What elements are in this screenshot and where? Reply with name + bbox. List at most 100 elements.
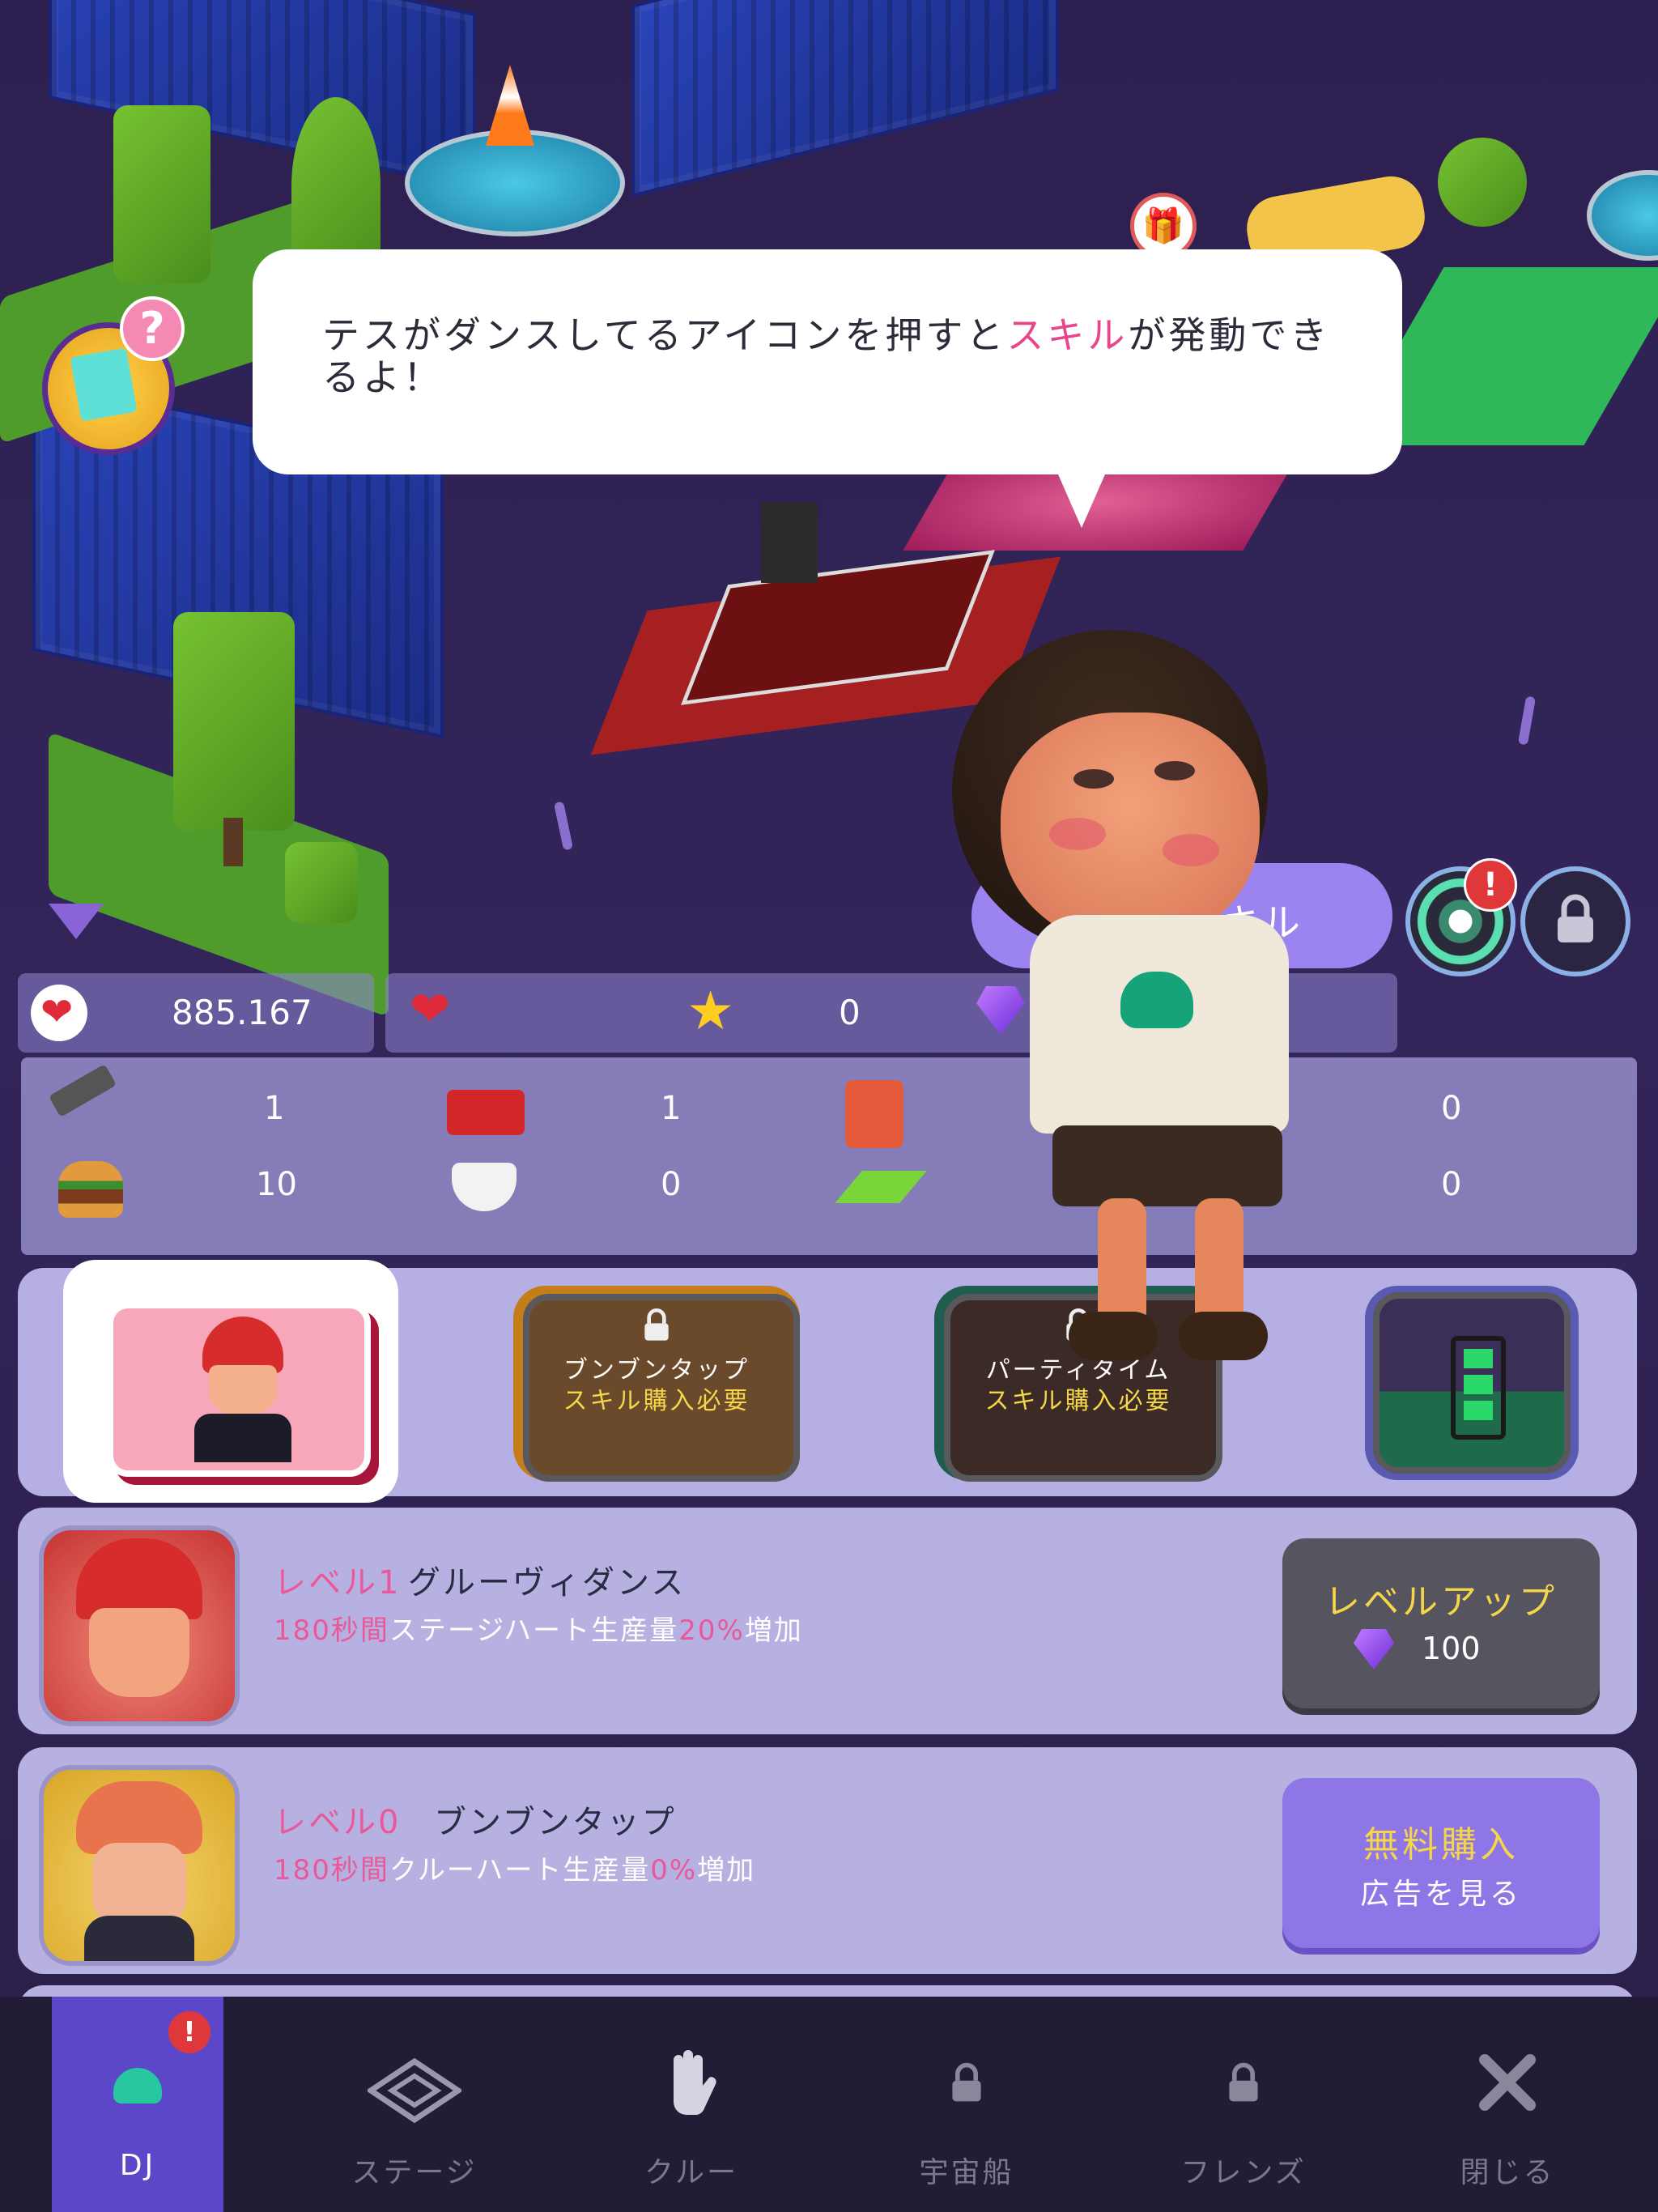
inventory-value: 0 bbox=[661, 1166, 682, 1203]
hearts-cell: 885.167 bbox=[18, 973, 374, 1053]
lock-icon bbox=[952, 2062, 981, 2102]
dance-skill-icon bbox=[107, 1302, 371, 1477]
inventory-value: 0 bbox=[1441, 1090, 1462, 1127]
free-purchase-button[interactable]: 無料購入 広告を見る bbox=[1282, 1778, 1600, 1948]
nav-label: 閉じる bbox=[1460, 2156, 1555, 2189]
fuel-can-icon bbox=[845, 1080, 903, 1148]
gem-icon bbox=[1354, 1629, 1394, 1670]
hearts-value: 885.167 bbox=[172, 993, 312, 1032]
map-marker bbox=[49, 904, 104, 939]
desc-part: 180秒間 bbox=[274, 1614, 389, 1647]
help-badge[interactable]: ? bbox=[120, 296, 185, 361]
lock-icon bbox=[1558, 894, 1593, 942]
shirt-logo-icon bbox=[1120, 972, 1193, 1028]
tree bbox=[113, 105, 210, 283]
tutorial-text: テスがダンスしてるアイコンを押すとスキルが発動できるよ！ bbox=[322, 314, 1342, 398]
alert-badge: ! bbox=[168, 2011, 210, 2053]
hammer-icon bbox=[48, 1064, 117, 1117]
nav-dj[interactable]: ! DJ bbox=[52, 1997, 223, 2212]
plant bbox=[553, 801, 574, 851]
skill-description: 180秒間ステージハート生産量20%増加 bbox=[274, 1608, 803, 1648]
skill-slot-locked[interactable]: ブンブンタップ スキル購入必要 bbox=[513, 1286, 800, 1482]
coffee-icon bbox=[452, 1163, 517, 1211]
bottom-nav: ! DJ ステージ クルー 宇宙船 フレンズ 閉じる bbox=[0, 1997, 1658, 2212]
slot-title: パーティタイム bbox=[985, 1356, 1171, 1385]
slot-title: ブンブンタップ bbox=[563, 1356, 750, 1385]
nav-crew[interactable]: クルー bbox=[606, 1997, 777, 2212]
tree-trunk bbox=[223, 818, 243, 866]
character-leg bbox=[1098, 1198, 1146, 1328]
nav-label: フレンズ bbox=[1180, 2156, 1307, 2189]
hand-icon bbox=[674, 2050, 716, 2115]
nav-label: クルー bbox=[644, 2156, 738, 2189]
tree bbox=[1438, 138, 1527, 227]
gem-icon bbox=[976, 986, 1025, 1035]
desc-part: ステージハート生産量 bbox=[389, 1614, 679, 1647]
skill-level: レベル1 bbox=[274, 1564, 402, 1602]
character-shoe bbox=[1069, 1312, 1158, 1360]
nav-spaceship[interactable]: 宇宙船 bbox=[881, 1997, 1052, 2212]
alert-badge: ! bbox=[1464, 858, 1517, 912]
inventory-value: 1 bbox=[661, 1090, 682, 1127]
skill-slot-active[interactable] bbox=[63, 1260, 398, 1503]
skill-slot-locked[interactable]: パーティタイム スキル購入必要 bbox=[934, 1286, 1222, 1482]
lock-icon bbox=[1229, 2062, 1258, 2102]
close-icon bbox=[1479, 2054, 1536, 2111]
desc-part: 180秒間 bbox=[274, 1854, 389, 1887]
skill-level: レベル0 bbox=[274, 1804, 402, 1841]
skill-avatar bbox=[39, 1765, 240, 1966]
desc-part: 20% bbox=[678, 1614, 745, 1647]
tutorial-highlight: スキル bbox=[1006, 313, 1129, 357]
traffic-cone bbox=[486, 65, 534, 146]
nav-friends[interactable]: フレンズ bbox=[1158, 1997, 1329, 2212]
nav-stage[interactable]: ステージ bbox=[329, 1997, 500, 2212]
lock-icon bbox=[644, 1308, 669, 1341]
tree bbox=[291, 97, 380, 275]
burger-icon bbox=[58, 1161, 123, 1218]
locked-button[interactable] bbox=[1520, 866, 1630, 976]
star-icon: ★ bbox=[687, 980, 735, 1042]
skill-name: グルーヴィダンス bbox=[408, 1564, 687, 1602]
inventory-panel: 1 1 0 10 0 0 bbox=[21, 1057, 1637, 1255]
pool bbox=[1587, 170, 1658, 261]
desc-part: 0% bbox=[650, 1854, 698, 1887]
desc-part: クルーハート生産量 bbox=[389, 1854, 651, 1887]
shipping-container bbox=[631, 0, 1059, 198]
stage-icon bbox=[368, 2058, 461, 2123]
character-leg bbox=[1195, 1198, 1244, 1328]
character-shorts bbox=[1052, 1125, 1282, 1206]
tree bbox=[285, 842, 358, 923]
tree bbox=[173, 612, 295, 831]
watch-ad-label: 広告を見る bbox=[1359, 1878, 1522, 1911]
heart-icon bbox=[31, 985, 87, 1041]
skill-slot-battery[interactable] bbox=[1365, 1286, 1579, 1480]
skill-description: 180秒間クルーハート生産量0%増加 bbox=[274, 1848, 755, 1887]
skill-slot-row: ブンブンタップ スキル購入必要 パーティタイム スキル購入必要 bbox=[18, 1260, 1637, 1503]
tutorial-text-part: テスがダンスしてるアイコンを押すと bbox=[322, 313, 1007, 357]
desc-part: 増加 bbox=[744, 1614, 803, 1647]
speaker-rack bbox=[761, 502, 818, 583]
nav-label: 宇宙船 bbox=[919, 2156, 1014, 2189]
inventory-value: 0 bbox=[1441, 1166, 1462, 1203]
battery-icon bbox=[1451, 1336, 1506, 1440]
nav-label: DJ bbox=[119, 2149, 156, 2182]
skill-card: レベル1 グルーヴィダンス 180秒間ステージハート生産量20%増加 レベルアッ… bbox=[18, 1508, 1637, 1734]
resource-bar: 885.167 ❤ ★ 0 bbox=[18, 973, 1635, 1053]
desc-part: 増加 bbox=[697, 1854, 756, 1887]
skill-avatar bbox=[39, 1525, 240, 1726]
level-up-cost: 100 bbox=[1422, 1631, 1481, 1666]
level-up-label: レベルアップ bbox=[1324, 1581, 1558, 1623]
stars-value: 0 bbox=[839, 993, 861, 1032]
level-up-button[interactable]: レベルアップ 100 bbox=[1282, 1538, 1600, 1708]
character-shoe bbox=[1179, 1312, 1268, 1360]
plant bbox=[1517, 696, 1537, 746]
tutorial-bubble-tail bbox=[1052, 462, 1111, 528]
character-face bbox=[1001, 713, 1260, 947]
skill-card: レベル0 ブンブンタップ 180秒間クルーハート生産量0%増加 無料購入 広告を… bbox=[18, 1747, 1637, 1974]
slot-requirement: スキル購入必要 bbox=[984, 1387, 1172, 1415]
skill-name: ブンブンタップ bbox=[434, 1804, 677, 1841]
dj-icon bbox=[113, 2068, 162, 2104]
ticket-icon bbox=[447, 1090, 525, 1135]
heart-timer-icon: ❤ bbox=[410, 981, 451, 1038]
nav-close[interactable]: 閉じる bbox=[1422, 1997, 1593, 2212]
